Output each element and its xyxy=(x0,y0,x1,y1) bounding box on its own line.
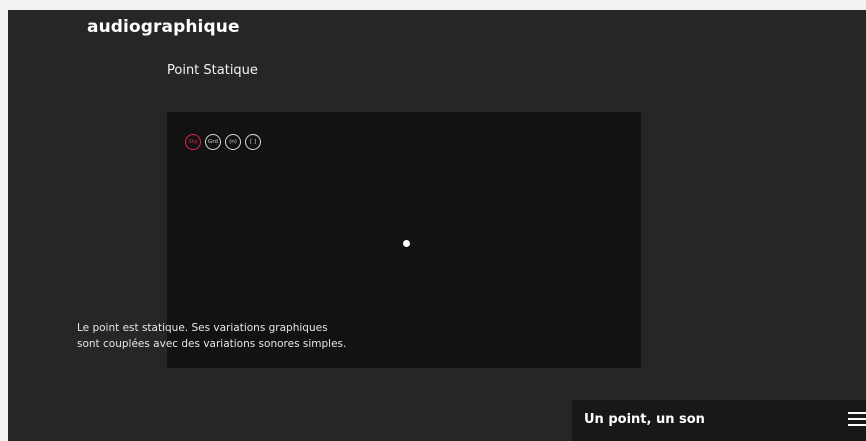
hamburger-menu-icon[interactable] xyxy=(848,412,866,426)
stage-controls: Stp Grd (n) [ ] xyxy=(185,134,261,150)
grid-button[interactable]: Grd xyxy=(205,134,221,150)
section-nav-bar[interactable]: Un point, un son xyxy=(572,400,866,441)
description-text: Le point est statique. Ses variations gr… xyxy=(77,320,417,352)
static-point xyxy=(403,240,410,247)
app-window: audiographique Point Statique Stp Grd (n… xyxy=(8,10,866,441)
sound-toggle-button[interactable]: (n) xyxy=(225,134,241,150)
stop-button[interactable]: Stp xyxy=(185,134,201,150)
site-logo[interactable]: audiographique xyxy=(87,17,240,37)
section-title: Un point, un son xyxy=(584,412,705,427)
description-line: Le point est statique. Ses variations gr… xyxy=(77,322,328,334)
frame-button[interactable]: [ ] xyxy=(245,134,261,150)
page-title: Point Statique xyxy=(167,63,258,78)
description-line: sont couplées avec des variations sonore… xyxy=(77,338,347,350)
